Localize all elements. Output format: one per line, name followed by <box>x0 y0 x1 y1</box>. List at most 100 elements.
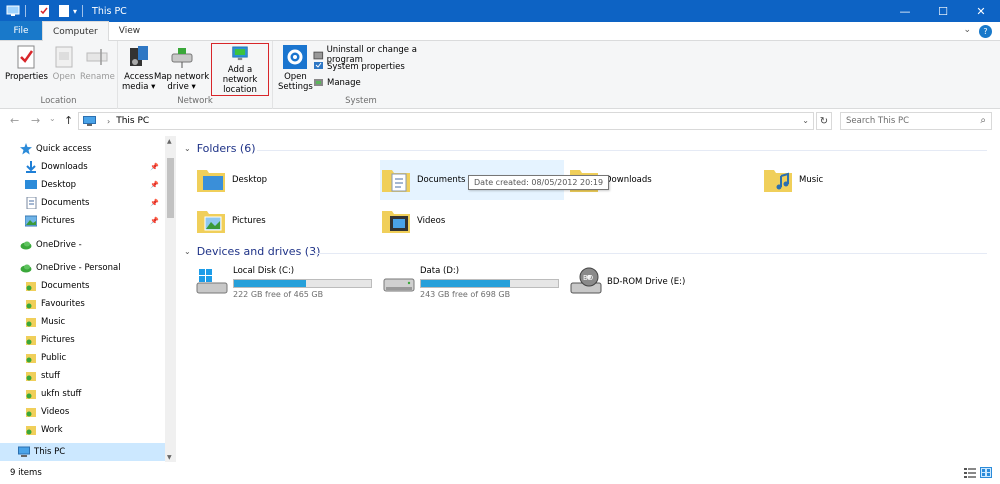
tab-computer[interactable]: Computer <box>42 21 109 41</box>
breadcrumb-chevron[interactable]: › <box>107 117 110 126</box>
collapse-chevron-icon[interactable]: ⌄ <box>184 144 191 153</box>
tab-file[interactable]: File <box>0 21 42 40</box>
nav-quick-access[interactable]: Quick access <box>0 140 165 158</box>
drive-c-usage-fill <box>234 279 306 287</box>
nav-od-stuff[interactable]: stuff <box>0 367 165 385</box>
nav-pictures-label: Pictures <box>41 216 75 226</box>
recent-locations-button[interactable]: ⌄ <box>49 114 56 123</box>
rename-button[interactable]: Rename <box>80 44 115 82</box>
drive-d[interactable]: Data (D:) 243 GB free of 698 GB <box>382 262 566 302</box>
folder-videos[interactable]: Videos <box>380 201 564 241</box>
nav-onedrive-personal[interactable]: OneDrive - Personal <box>0 259 165 277</box>
devices-header-label: Devices and drives (3) <box>196 245 321 258</box>
nav-od-favourites[interactable]: Favourites <box>0 295 165 313</box>
nav-this-pc[interactable]: This PC <box>0 443 165 461</box>
nav-od-work-label: Work <box>41 425 63 435</box>
nav-od-ukfn-stuff[interactable]: ukfn stuff <box>0 385 165 403</box>
nav-od-videos[interactable]: Videos <box>0 403 165 421</box>
address-bar[interactable]: › This PC ⌄ <box>78 112 814 130</box>
back-button[interactable]: ← <box>10 114 19 127</box>
windows-drive-icon <box>196 269 228 294</box>
access-media-label-1: Access <box>124 72 154 82</box>
nav-od-music[interactable]: Music <box>0 313 165 331</box>
drive-c-usage-bar <box>233 278 372 288</box>
nav-od-favourites-label: Favourites <box>41 299 85 309</box>
drive-e[interactable]: BD BD-ROM Drive (E:) <box>569 262 753 302</box>
folder-music[interactable]: Music <box>762 160 946 200</box>
nav-od-documents-label: Documents <box>41 281 90 291</box>
download-arrow-icon <box>26 161 36 173</box>
scroll-down-icon[interactable]: ▼ <box>167 454 172 461</box>
open-settings-button[interactable]: Open Settings <box>278 44 313 92</box>
properties-icon <box>17 45 35 69</box>
up-button[interactable]: ↑ <box>64 114 73 127</box>
search-input[interactable]: Search This PC ⌕ <box>840 112 992 130</box>
nav-od-pictures[interactable]: Pictures <box>0 331 165 349</box>
nav-quick-documents[interactable]: Documents 📌 <box>0 194 165 212</box>
access-media-button[interactable]: Access media ▾ <box>122 44 155 92</box>
music-folder-icon <box>764 170 792 192</box>
folders-group-header[interactable]: ⌄ Folders (6) <box>184 142 256 155</box>
details-view-icon[interactable] <box>964 467 976 478</box>
nav-documents-label: Documents <box>41 198 90 208</box>
manage-button[interactable]: Manage <box>313 77 361 88</box>
new-folder-quick-icon[interactable] <box>57 5 71 17</box>
settings-gear-icon <box>283 45 308 69</box>
nav-od-music-label: Music <box>41 317 66 327</box>
folder-music-label: Music <box>799 175 824 185</box>
pin-icon[interactable]: 📌 <box>150 181 159 189</box>
search-icon[interactable]: ⌕ <box>980 115 986 126</box>
help-icon[interactable]: ? <box>979 25 992 38</box>
address-dropdown-icon[interactable]: ⌄ <box>802 116 809 125</box>
synced-folder-icon <box>26 300 36 309</box>
scroll-up-icon[interactable]: ▲ <box>167 138 172 145</box>
close-button[interactable]: ✕ <box>962 0 1000 22</box>
synced-folder-icon <box>26 354 36 363</box>
folder-videos-label: Videos <box>417 216 446 226</box>
synced-folder-icon <box>26 426 36 435</box>
nav-quick-downloads[interactable]: Downloads 📌 <box>0 158 165 176</box>
nav-pane-scrollbar[interactable]: ▲ ▼ <box>165 136 176 462</box>
open-button[interactable]: Open <box>51 44 77 82</box>
map-network-drive-button[interactable]: Map network drive ▾ <box>154 44 209 92</box>
pin-icon[interactable]: 📌 <box>150 199 159 207</box>
folder-desktop[interactable]: Desktop <box>195 160 379 200</box>
manage-icon <box>314 79 323 86</box>
minimize-button[interactable]: — <box>886 0 924 22</box>
system-properties-icon <box>314 62 323 69</box>
maximize-button[interactable]: ☐ <box>924 0 962 22</box>
network-location-icon <box>232 46 248 61</box>
breadcrumb-this-pc[interactable]: This PC <box>116 116 149 126</box>
this-pc-icon[interactable] <box>6 5 20 17</box>
nav-onedrive[interactable]: OneDrive - <box>0 236 165 254</box>
properties-quick-icon[interactable] <box>37 5 51 17</box>
system-properties-button[interactable]: System properties <box>313 61 405 72</box>
pin-icon[interactable]: 📌 <box>150 217 159 225</box>
collapse-chevron-icon[interactable]: ⌄ <box>184 247 191 256</box>
large-icons-view-icon[interactable] <box>980 467 992 478</box>
nav-od-public[interactable]: Public <box>0 349 165 367</box>
location-group: Properties Open Rename Location <box>0 41 118 109</box>
nav-od-documents[interactable]: Documents <box>0 277 165 295</box>
add-network-location-button[interactable]: Add a network location <box>211 43 269 96</box>
network-group-label: Network <box>177 96 213 106</box>
desktop-icon <box>25 180 37 189</box>
scroll-thumb[interactable] <box>167 158 174 218</box>
tab-view[interactable]: View <box>109 21 150 40</box>
forward-button[interactable]: → <box>31 114 40 127</box>
refresh-button[interactable]: ↻ <box>816 112 832 130</box>
properties-button[interactable]: Properties <box>5 44 48 82</box>
pin-icon[interactable]: 📌 <box>150 163 159 171</box>
devices-group-header[interactable]: ⌄ Devices and drives (3) <box>184 245 320 258</box>
folder-pictures[interactable]: Pictures <box>195 201 379 241</box>
nav-quick-desktop[interactable]: Desktop 📌 <box>0 176 165 194</box>
drive-c[interactable]: Local Disk (C:) 222 GB free of 465 GB <box>195 262 379 302</box>
pictures-folder-icon <box>197 211 225 233</box>
uninstall-icon <box>313 51 324 59</box>
expand-ribbon-icon[interactable]: ⌄ <box>963 25 971 38</box>
nav-downloads-label: Downloads <box>41 162 88 172</box>
nav-quick-pictures[interactable]: Pictures 📌 <box>0 212 165 230</box>
customize-quick-access-icon[interactable]: ▾ <box>73 7 77 16</box>
nav-od-work[interactable]: Work <box>0 421 165 439</box>
synced-folder-icon <box>26 372 36 381</box>
